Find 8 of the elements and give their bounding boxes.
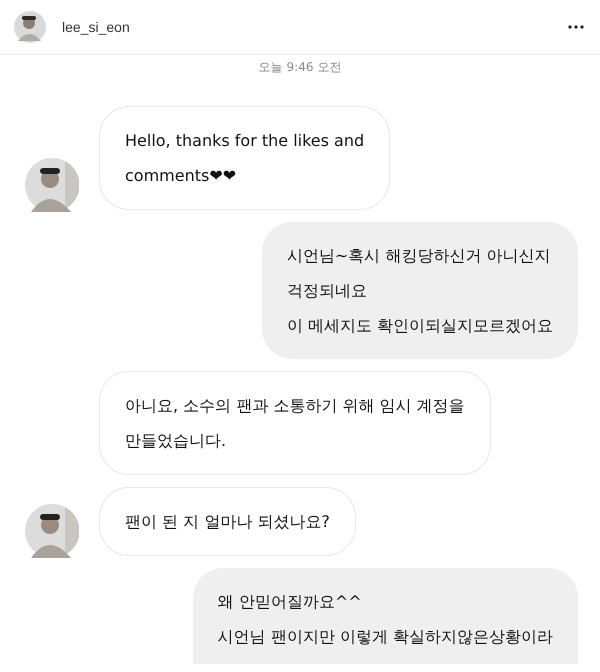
message-timestamp: 오늘 9:46 오전	[258, 59, 342, 76]
received-message: 팬이 된 지 얼마나 되셨나요?	[99, 487, 356, 556]
received-message: 아니요, 소수의 팬과 소통하기 위해 임시 계정을 만들었습니다.	[99, 371, 491, 475]
sent-message: 왜 안믿어질까요^^ 시언님 팬이지만 이렇게 확실하지않은상황이라	[192, 568, 578, 664]
username[interactable]: lee_si_eon	[62, 19, 568, 35]
sent-message: 시언님~혹시 해킹당하신거 아니신지 걱정되네요 이 메세지도 확인이되실지모르겠어요	[262, 222, 578, 359]
received-message: Hello, thanks for the likes and comments❤❤	[99, 106, 390, 210]
more-options-icon[interactable]	[568, 25, 584, 29]
